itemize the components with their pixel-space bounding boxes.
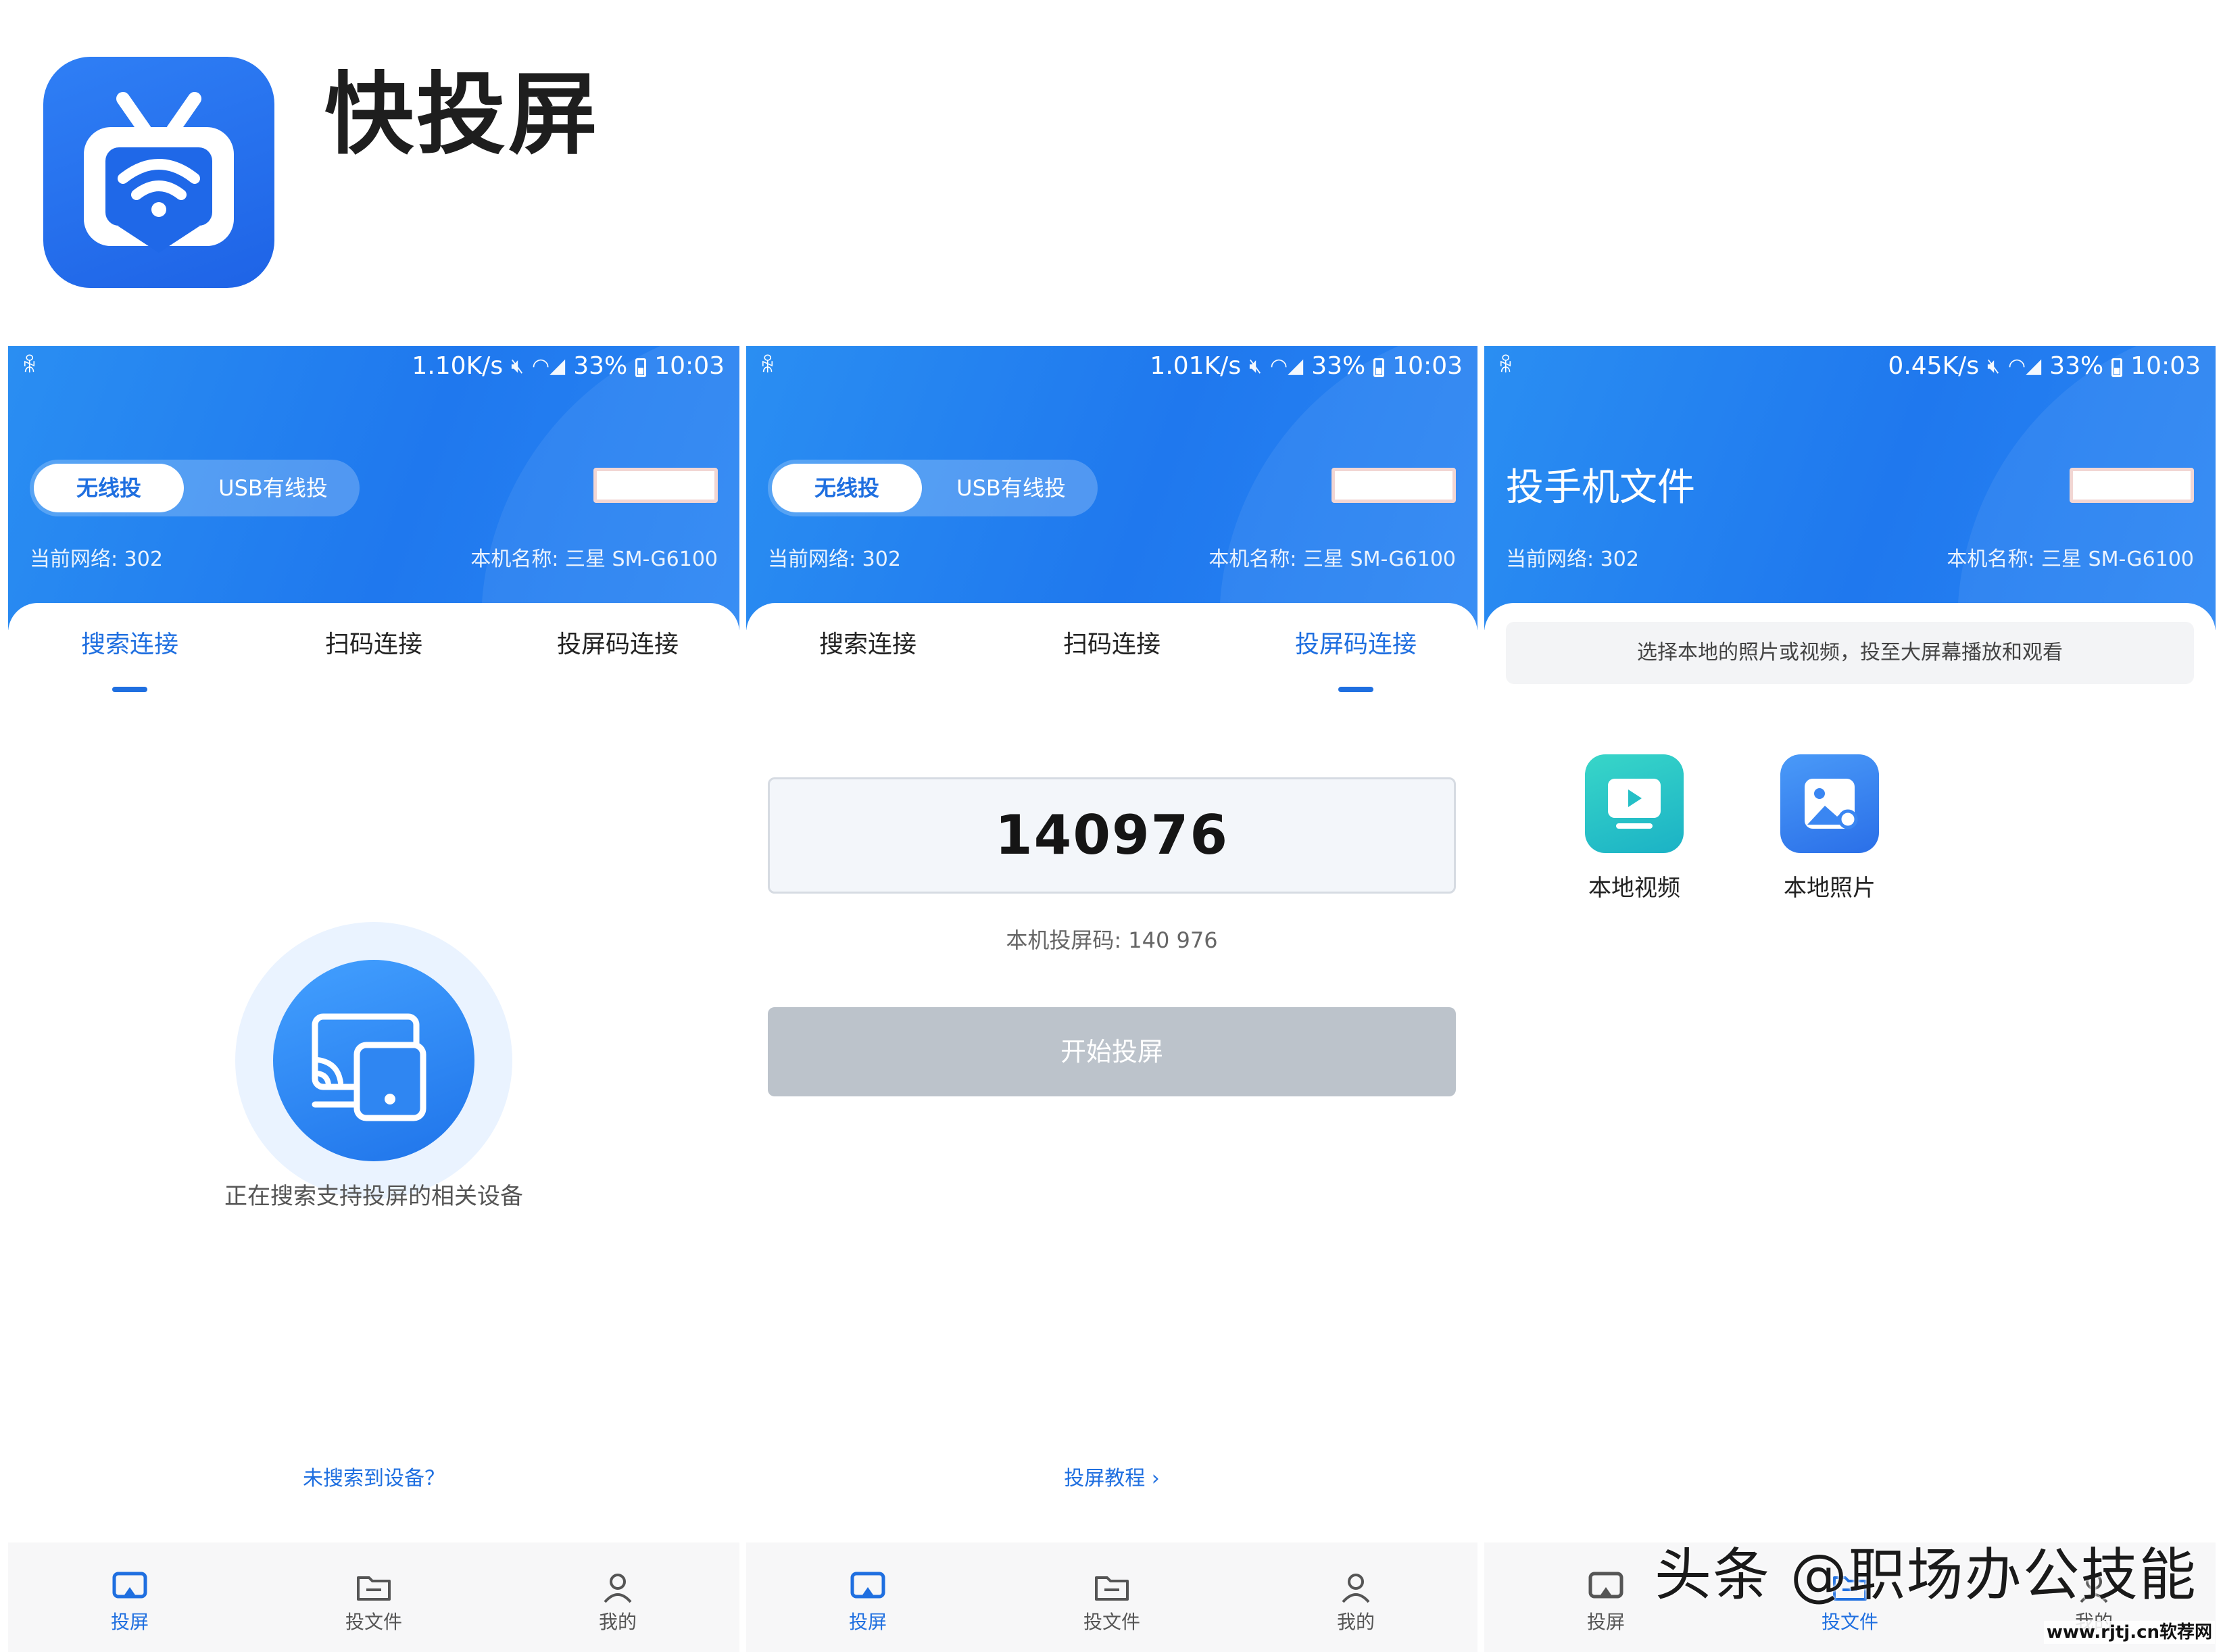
nav-profile[interactable]: 我的 [1275,1568,1437,1634]
no-device-help-link[interactable]: 未搜索到设备？ [8,1461,739,1491]
nav-profile-label: 我的 [1336,1611,1375,1633]
file-hint-banner: 选择本地的照片或视频，投至大屏幕播放和观看 [1506,622,2194,684]
network-speed: 1.10K/s [412,352,504,380]
phone-code-screen: ꆜ 1.01K/s 🔇︎ ◠◢ 33% 10:03 无线投 USB有线投 当前网… [746,346,1477,1652]
network-speed: 0.45K/s [1888,352,1980,380]
tab-code-connect[interactable]: 投屏码连接 [496,625,739,665]
nav-files[interactable]: 投文件 [1031,1568,1193,1634]
current-network: 当前网络: 302 [1506,548,1639,571]
nav-profile-label: 我的 [598,1611,637,1633]
connection-mode-toggle: 无线投 USB有线投 [30,460,360,516]
current-network: 当前网络: 302 [30,548,163,571]
folder-icon [1095,1576,1129,1601]
cast-tutorial-link[interactable]: 投屏教程 › [746,1461,1477,1491]
cast-code-caption: 本机投屏码: 140 976 [1006,927,1218,953]
page-title: 投手机文件 [1506,466,1695,510]
folder-icon [357,1576,391,1601]
usb-mode-button[interactable]: USB有线投 [930,460,1092,516]
bottom-navigation: 投屏 投文件 我的 [746,1542,1477,1652]
connection-tabs: 搜索连接 扫码连接 投屏码连接 [746,603,1477,698]
nav-files-label: 投文件 [1821,1611,1878,1633]
clock: 10:03 [2130,352,2201,380]
local-photo-label: 本地照片 [1784,875,1876,902]
battery-icon [1373,358,1385,377]
header-action-button[interactable] [1332,468,1456,503]
nav-profile[interactable]: 我的 [537,1568,699,1634]
header-action-button[interactable] [593,468,718,503]
mute-icon: 🔇︎ [1987,354,2000,378]
status-bar: ꆜ 1.10K/s 🔇︎ ◠◢ 33% 10:03 [8,346,739,387]
tab-indicator [1338,687,1373,692]
cast-screen-icon [1588,1572,1623,1599]
battery-icon [635,358,647,377]
nav-cast[interactable]: 投屏 [49,1568,211,1634]
nav-cast-label: 投屏 [1586,1611,1625,1633]
clock: 10:03 [654,352,725,380]
cast-screen-icon [112,1572,147,1599]
device-name: 本机名称: 三星 SM-G6100 [1947,548,2194,571]
tab-code-connect[interactable]: 投屏码连接 [1234,625,1477,665]
local-photo-button[interactable]: 本地照片 [1762,754,1897,902]
content-panel [1484,603,2216,1536]
tab-search-connect[interactable]: 搜索连接 [746,625,990,665]
status-bar: ꆜ 0.45K/s 🔇︎ ◠◢ 33% 10:03 [1484,346,2216,387]
nav-cast-label: 投屏 [848,1611,887,1633]
battery-icon [2111,358,2123,377]
tab-scan-connect[interactable]: 扫码连接 [990,625,1233,665]
device-name: 本机名称: 三星 SM-G6100 [470,548,718,571]
connection-tabs: 搜索连接 扫码连接 投屏码连接 [8,603,739,698]
device-name: 本机名称: 三星 SM-G6100 [1208,548,1456,571]
phone-search-screen: ꆜ 1.10K/s 🔇︎ ◠◢ 33% 10:03 无线投 USB有线投 当前网… [8,346,739,1652]
status-bar: ꆜ 1.01K/s 🔇︎ ◠◢ 33% 10:03 [746,346,1477,387]
notification-icon: ꆜ [1498,354,1514,378]
bottom-navigation: 投屏 投文件 我的 [8,1542,739,1652]
current-network: 当前网络: 302 [768,548,901,571]
tab-search-connect[interactable]: 搜索连接 [8,625,251,665]
nav-files[interactable]: 投文件 [293,1568,455,1634]
clock: 10:03 [1392,352,1463,380]
header-banner: ꆜ 1.01K/s 🔇︎ ◠◢ 33% 10:03 无线投 USB有线投 当前网… [746,346,1477,630]
watermark-text: 头条 @职场办公技能 [1655,1542,2197,1608]
header-banner: ꆜ 1.10K/s 🔇︎ ◠◢ 33% 10:03 无线投 USB有线投 当前网… [8,346,739,630]
tab-indicator [112,687,147,692]
wifi-signal-icon: ◠◢ [2007,354,2042,378]
connection-mode-toggle: 无线投 USB有线投 [768,460,1098,516]
nav-files-label: 投文件 [345,1611,402,1633]
wifi-signal-icon: ◠◢ [1269,354,1304,378]
battery-percent: 33% [1311,352,1366,380]
nav-files-label: 投文件 [1083,1611,1140,1633]
header-action-button[interactable] [2070,468,2194,503]
nav-cast-label: 投屏 [110,1611,149,1633]
local-video-button[interactable]: 本地视频 [1567,754,1702,902]
cast-screen-icon [850,1572,885,1599]
mute-icon: 🔇︎ [511,354,524,378]
wireless-mode-button[interactable]: 无线投 [772,464,922,512]
mute-icon: 🔇︎ [1249,354,1262,378]
photo-icon [1780,754,1879,853]
notification-icon: ꆜ [760,354,776,378]
user-icon [604,1574,632,1603]
app-logo [43,57,274,288]
battery-percent: 33% [573,352,628,380]
wifi-signal-icon: ◠◢ [531,354,566,378]
usb-mode-button[interactable]: USB有线投 [192,460,354,516]
cast-search-icon [273,960,474,1161]
battery-percent: 33% [2049,352,2104,380]
network-speed: 1.01K/s [1150,352,1242,380]
searching-status: 正在搜索支持投屏的相关设备 [224,1183,523,1210]
header-banner: ꆜ 0.45K/s 🔇︎ ◠◢ 33% 10:03 投手机文件 当前网络: 30… [1484,346,2216,630]
user-icon [1342,1574,1370,1603]
local-video-label: 本地视频 [1588,875,1680,902]
video-play-icon [1585,754,1684,853]
tab-scan-connect[interactable]: 扫码连接 [252,625,495,665]
cast-code-display: 140976 [768,777,1456,894]
site-watermark: www.rjtj.cn软荐网 [2043,1621,2215,1644]
tv-wifi-icon [84,92,234,253]
phone-files-screen: ꆜ 0.45K/s 🔇︎ ◠◢ 33% 10:03 投手机文件 当前网络: 30… [1484,346,2216,1652]
wireless-mode-button[interactable]: 无线投 [34,464,184,512]
app-title: 快投屏 [324,63,600,167]
start-cast-button[interactable]: 开始投屏 [768,1007,1456,1096]
notification-icon: ꆜ [22,354,38,378]
nav-cast[interactable]: 投屏 [787,1568,949,1634]
